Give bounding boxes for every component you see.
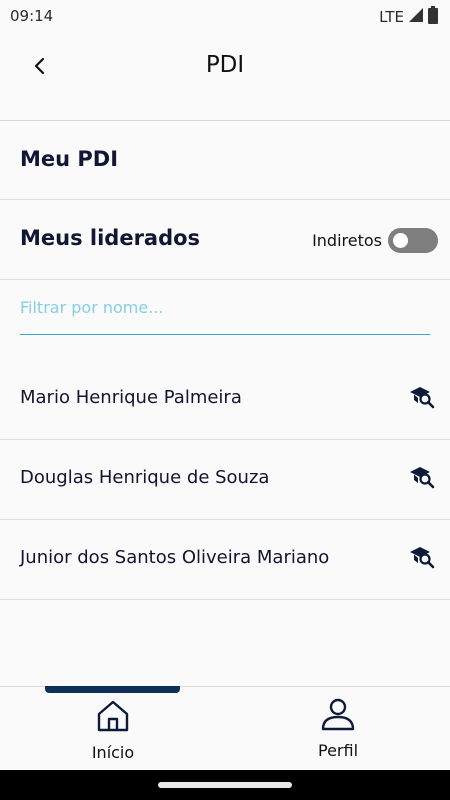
indirect-toggle-group: Indiretos bbox=[312, 228, 438, 253]
home-gesture-pill[interactable] bbox=[158, 782, 292, 788]
led-header: Meus liderados Indiretos bbox=[0, 200, 450, 280]
indirect-toggle[interactable] bbox=[388, 228, 438, 253]
led-title: Meus liderados bbox=[20, 226, 201, 250]
my-pdi-item[interactable]: Meu PDI bbox=[0, 121, 450, 200]
status-indicators: LTE bbox=[379, 6, 438, 28]
signal-icon bbox=[408, 7, 424, 27]
status-bar: 09:14 LTE bbox=[0, 0, 450, 32]
nav-active-indicator bbox=[45, 686, 180, 693]
leader-name: Douglas Henrique de Souza bbox=[20, 467, 270, 488]
nav-item-profile[interactable]: Perfil bbox=[278, 697, 398, 760]
graduation-search-icon bbox=[409, 463, 435, 493]
list-item[interactable]: Douglas Henrique de Souza bbox=[0, 440, 450, 520]
status-time: 09:14 bbox=[10, 7, 54, 25]
view-pdi-button[interactable] bbox=[406, 462, 438, 494]
filter-name-input[interactable] bbox=[20, 288, 430, 317]
filter-field bbox=[20, 288, 430, 335]
battery-icon bbox=[428, 6, 438, 28]
nav-label-home: Início bbox=[91, 743, 135, 762]
app-bar: PDI bbox=[0, 32, 450, 121]
graduation-search-icon bbox=[409, 543, 435, 573]
list-item[interactable]: Junior dos Santos Oliveira Mariano bbox=[0, 520, 450, 600]
leader-name: Junior dos Santos Oliveira Mariano bbox=[20, 547, 330, 568]
nav-label-profile: Perfil bbox=[317, 741, 359, 760]
list-item[interactable]: Mario Henrique Palmeira bbox=[0, 360, 450, 440]
bottom-nav: Início Perfil bbox=[0, 686, 450, 771]
view-pdi-button[interactable] bbox=[406, 382, 438, 414]
network-type: LTE bbox=[379, 8, 404, 26]
system-nav-bar bbox=[0, 770, 450, 800]
nav-item-home[interactable]: Início bbox=[53, 699, 173, 762]
view-pdi-button[interactable] bbox=[406, 542, 438, 574]
indirect-label: Indiretos bbox=[312, 231, 382, 250]
graduation-search-icon bbox=[409, 383, 435, 413]
person-icon bbox=[320, 697, 356, 735]
home-icon bbox=[95, 699, 131, 737]
toggle-knob bbox=[393, 233, 408, 248]
my-pdi-label: Meu PDI bbox=[20, 147, 119, 171]
leader-name: Mario Henrique Palmeira bbox=[20, 387, 242, 408]
page-title: PDI bbox=[205, 52, 245, 78]
